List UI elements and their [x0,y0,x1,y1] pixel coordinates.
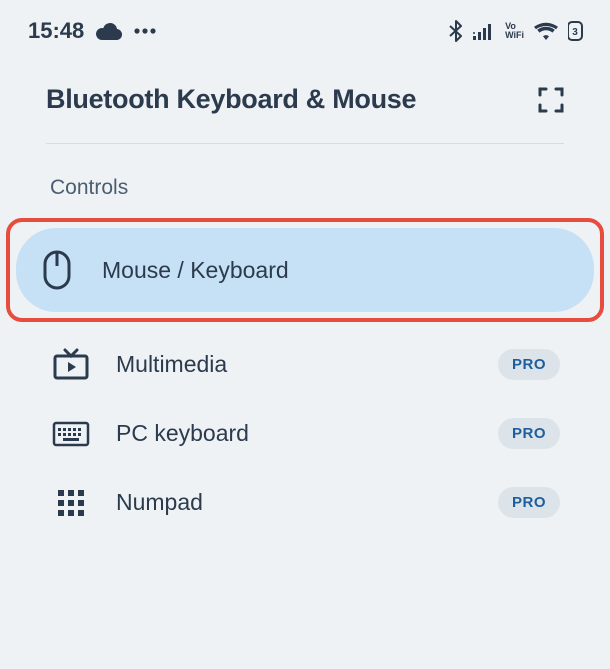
controls-list: Mouse / Keyboard Multimedia PRO PC keybo… [46,218,564,530]
control-label: Multimedia [116,351,472,378]
more-icon [134,28,156,34]
wifi-icon [534,22,558,40]
pro-badge: PRO [498,349,560,380]
tv-play-icon [52,348,90,380]
pro-badge: PRO [498,487,560,518]
svg-text:3: 3 [572,27,578,38]
status-right: VoWiFi 3 [449,20,586,42]
keyboard-icon [52,421,90,447]
control-multimedia[interactable]: Multimedia PRO [46,336,564,392]
section-label: Controls [46,144,564,218]
bluetooth-icon [449,20,463,42]
cloud-icon [96,22,122,40]
status-left: 15:48 [28,18,156,44]
status-time: 15:48 [28,18,84,44]
control-label: PC keyboard [116,420,472,447]
signal-icon [473,22,495,40]
page-title: Bluetooth Keyboard & Mouse [46,84,416,115]
numpad-icon [52,488,90,518]
control-label: Numpad [116,489,472,516]
mouse-icon [38,250,76,290]
vowifi-icon: VoWiFi [505,22,524,40]
battery-icon: 3 [568,21,586,41]
control-mouse-keyboard[interactable]: Mouse / Keyboard [16,228,594,312]
control-pc-keyboard[interactable]: PC keyboard PRO [46,406,564,461]
control-numpad[interactable]: Numpad PRO [46,475,564,530]
highlight-annotation: Mouse / Keyboard [6,218,604,322]
pro-badge: PRO [498,418,560,449]
fullscreen-icon[interactable] [538,87,564,113]
control-label: Mouse / Keyboard [102,257,572,284]
header-row: Bluetooth Keyboard & Mouse [46,84,564,144]
status-bar: 15:48 VoWiFi 3 [0,0,610,54]
